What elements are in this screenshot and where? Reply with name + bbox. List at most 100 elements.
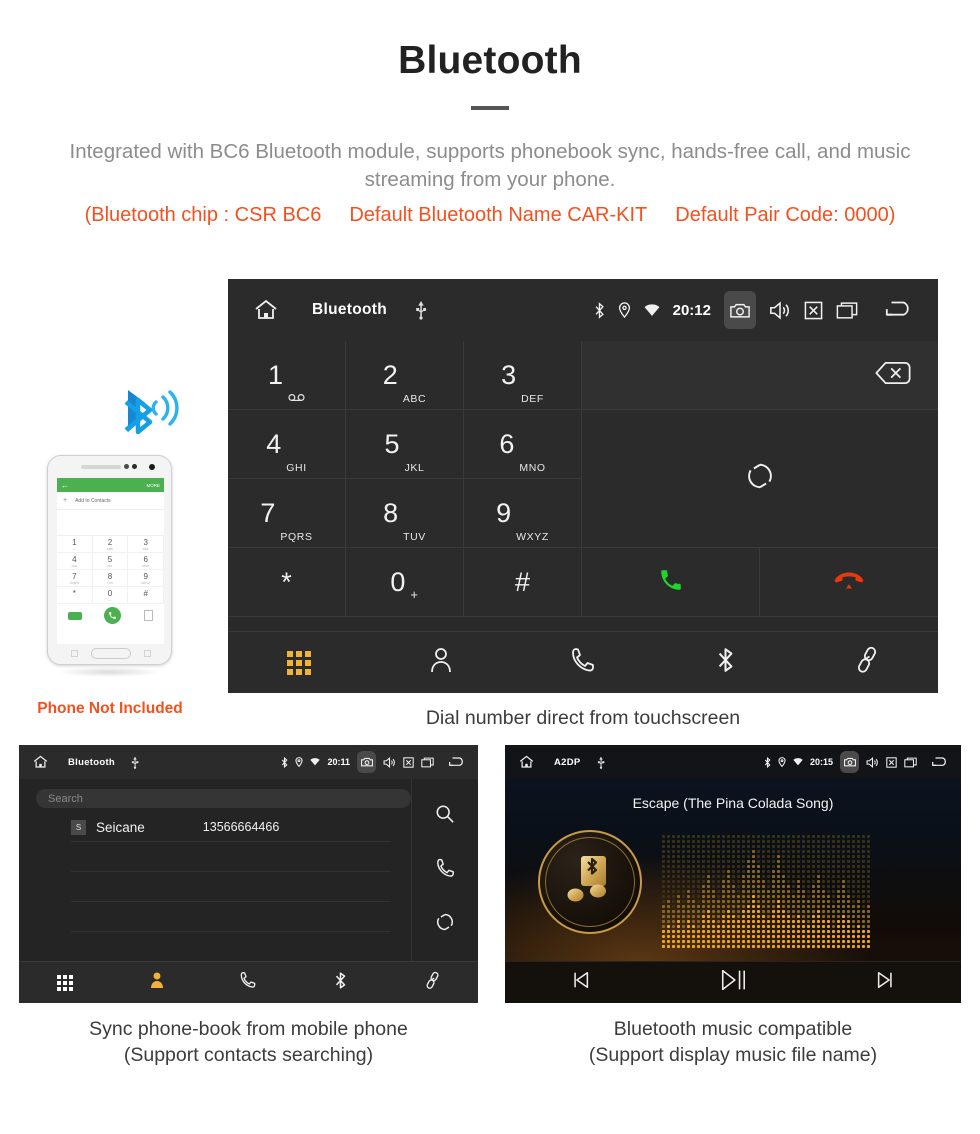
phone-front-camera — [149, 464, 155, 470]
nav-bluetooth[interactable] — [685, 638, 765, 688]
back-icon[interactable] — [448, 756, 466, 769]
key-6[interactable]: 6 MNO — [464, 410, 582, 479]
backspace-icon[interactable] — [874, 361, 912, 390]
phone-add-contact-row: + Add to Contacts — [57, 492, 164, 510]
nav-call-log[interactable] — [221, 966, 275, 1000]
camera-icon[interactable] — [357, 751, 376, 773]
contacts-body: Search S Seicane 13566664466 — [19, 779, 478, 961]
sync-icon[interactable] — [435, 912, 455, 937]
key-letters: + — [410, 587, 419, 602]
camera-icon[interactable] — [724, 291, 756, 329]
key-5[interactable]: 5 JKL — [346, 410, 464, 479]
location-icon — [778, 757, 786, 767]
bluetooth-icon — [281, 756, 288, 768]
key-4[interactable]: 4 GHI — [228, 410, 346, 479]
phone-key: 2 ABC — [92, 536, 129, 553]
person-icon — [149, 971, 165, 994]
key-8[interactable]: 8 TUV — [346, 479, 464, 548]
key-letters: DEF — [521, 393, 544, 405]
sync-icon[interactable] — [745, 461, 775, 496]
close-box-icon[interactable] — [886, 756, 897, 768]
volume-icon[interactable] — [769, 301, 791, 320]
nav-contacts[interactable] — [130, 966, 184, 1000]
hangup-icon[interactable] — [834, 569, 864, 596]
volume-icon[interactable] — [383, 756, 396, 768]
camera-icon[interactable] — [840, 751, 859, 773]
list-divider — [71, 871, 391, 872]
music-title: A2DP — [554, 756, 581, 768]
phone-home-key — [90, 647, 131, 659]
key-1[interactable]: 1 — [228, 341, 346, 410]
close-box-icon[interactable] — [804, 301, 823, 320]
home-icon[interactable] — [33, 755, 48, 769]
album-art-ring — [545, 837, 635, 927]
home-icon[interactable] — [254, 299, 278, 321]
number-display-backspace[interactable] — [582, 341, 938, 410]
contact-row[interactable]: S Seicane 13566664466 — [71, 815, 391, 839]
phone-icon — [240, 971, 256, 994]
nav-link[interactable] — [405, 966, 459, 1000]
close-box-icon[interactable] — [403, 756, 414, 768]
music-system-bar: A2DP 20:15 — [505, 745, 961, 779]
key-3[interactable]: 3 DEF — [464, 341, 582, 410]
skip-next-button[interactable] — [855, 968, 915, 998]
dialer-screen: Bluetooth 20:12 1 2 ABC 3 DEF 4 GHI 5 JK… — [228, 279, 938, 693]
skip-previous-button[interactable] — [551, 968, 611, 998]
nav-keypad[interactable] — [259, 638, 339, 688]
back-icon[interactable] — [931, 756, 949, 769]
recent-apps-icon[interactable] — [904, 757, 917, 768]
hangup-button[interactable] — [760, 548, 938, 617]
phone-icon — [571, 647, 595, 678]
contact-number: 13566664466 — [202, 820, 280, 834]
nav-call-log[interactable] — [543, 638, 623, 688]
contacts-screen: Bluetooth 20:11 Search S Seicane 1356666… — [19, 745, 478, 1003]
search-input[interactable]: Search — [36, 789, 411, 808]
contact-initial-badge: S — [71, 819, 86, 835]
dialer-system-bar: Bluetooth 20:12 — [228, 279, 938, 341]
key-star[interactable]: * — [228, 548, 346, 617]
nav-contacts[interactable] — [401, 638, 481, 688]
phone-key: 3 DEF — [128, 536, 164, 553]
phone-shadow — [57, 667, 162, 677]
phone-chin — [48, 642, 171, 664]
nav-keypad[interactable] — [38, 966, 92, 1000]
volume-icon[interactable] — [866, 756, 879, 768]
key-2[interactable]: 2 ABC — [346, 341, 464, 410]
key-0[interactable]: 0 + — [346, 548, 464, 617]
back-icon[interactable] — [884, 299, 914, 321]
key-digit: # — [514, 566, 531, 597]
nav-bluetooth[interactable] — [313, 966, 367, 1000]
home-icon[interactable] — [519, 755, 534, 769]
play-pause-button[interactable] — [703, 968, 763, 998]
plus-icon: + — [63, 497, 68, 504]
phone-app-bar: ← MORE — [57, 478, 164, 492]
key-9[interactable]: 9 WXYZ — [464, 479, 582, 548]
key-digit: 9 — [496, 497, 512, 528]
key-letters: PQRS — [280, 531, 313, 543]
key-7[interactable]: 7 PQRS — [228, 479, 346, 548]
key-digit: 7 — [260, 497, 276, 528]
recent-apps-icon[interactable] — [836, 301, 858, 320]
recent-apps-icon[interactable] — [421, 757, 434, 768]
phone-icon[interactable] — [436, 858, 455, 883]
key-digit: 5 — [384, 428, 400, 459]
search-icon[interactable] — [435, 804, 455, 829]
call-icon[interactable] — [658, 567, 684, 598]
contact-name: Seicane — [96, 819, 145, 835]
contacts-system-bar: Bluetooth 20:11 — [19, 745, 478, 779]
link-icon — [424, 971, 441, 995]
key-letters: JKL — [404, 462, 425, 474]
sync-contacts-button[interactable] — [582, 410, 938, 548]
list-divider — [71, 841, 391, 842]
key-digit: * — [281, 566, 292, 597]
dialer-clock: 20:12 — [672, 301, 711, 319]
nav-link[interactable] — [827, 638, 907, 688]
call-button[interactable] — [582, 548, 760, 617]
phone-keypad: 1 ∞ 2 ABC 3 DEF 4 GHI 5 JKL 6 MNO 7 PQRS 8 TUV 9… — [57, 536, 164, 604]
phone-key: 4 GHI — [57, 553, 93, 570]
skip-next-icon — [875, 970, 895, 995]
key-hash[interactable]: # — [464, 548, 582, 617]
music-caption: Bluetooth music compatible (Support disp… — [505, 1016, 961, 1069]
phone-screen: ← MORE + Add to Contacts 1 ∞ 2 ABC 3 DEF 4G… — [57, 478, 164, 644]
contacts-bottom-nav — [19, 961, 478, 1003]
